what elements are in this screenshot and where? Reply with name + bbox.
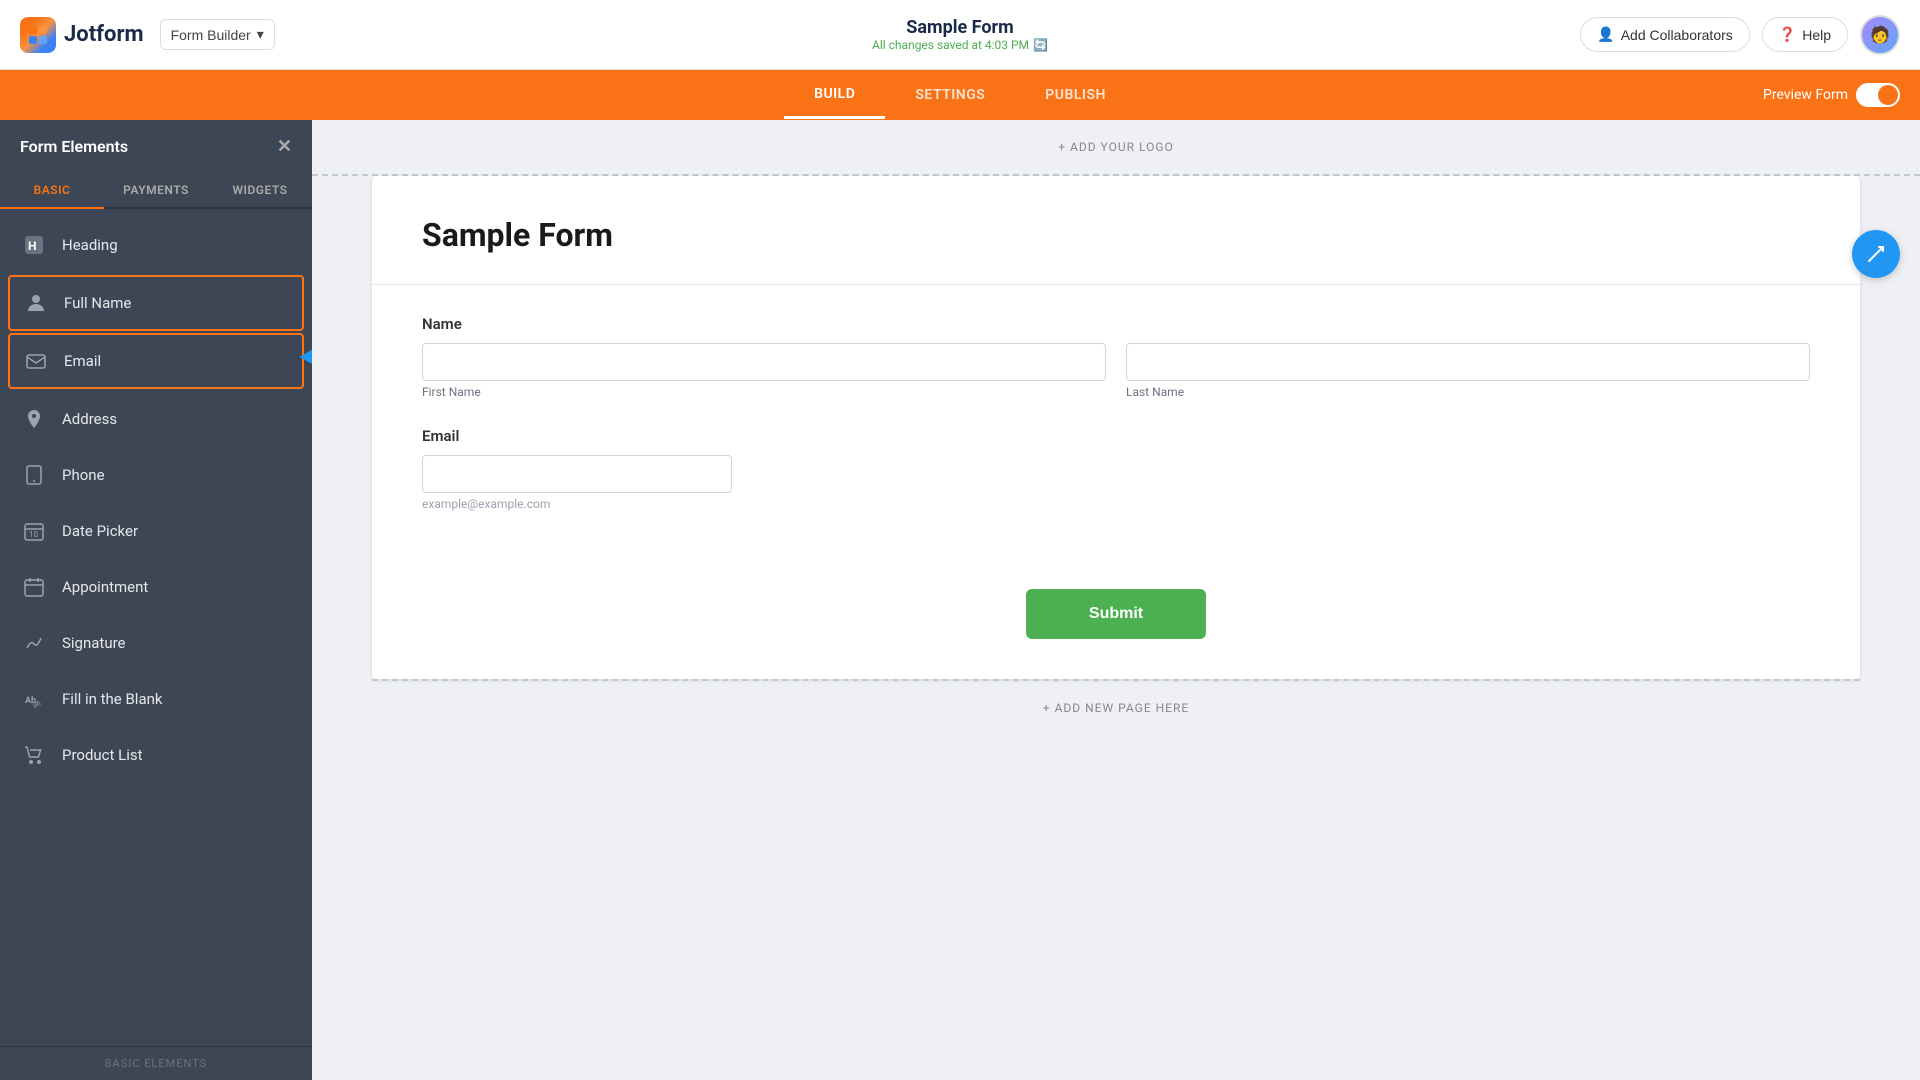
tab-publish[interactable]: PUBLISH <box>1015 73 1136 117</box>
sidebar-title: Form Elements <box>20 137 128 156</box>
appointment-label: Appointment <box>62 578 148 596</box>
top-nav: Jotform Form Builder ▾ Sample Form All c… <box>0 0 1920 70</box>
sidebar: Form Elements ✕ BASIC PAYMENTS WIDGETS H… <box>0 120 312 1080</box>
last-name-field: Last Name <box>1126 343 1810 399</box>
address-icon <box>20 405 48 433</box>
first-name-sublabel: First Name <box>422 385 1106 399</box>
saved-text: All changes saved at 4:03 PM <box>872 38 1029 52</box>
email-field-group: Email example@example.com <box>422 427 1810 511</box>
logo-icon <box>20 17 56 53</box>
productlist-label: Product List <box>62 746 143 764</box>
tab-widgets[interactable]: WIDGETS <box>208 173 312 207</box>
form-title-section: Sample Form <box>372 176 1860 285</box>
tab-bar: BUILD SETTINGS PUBLISH Preview Form <box>0 70 1920 120</box>
toggle-knob <box>1878 85 1898 105</box>
name-field-group: Name First Name Last Name <box>422 315 1810 399</box>
cursor-arrow <box>299 347 312 371</box>
add-logo-bar[interactable]: + ADD YOUR LOGO <box>312 120 1920 176</box>
datepicker-icon: 10 <box>20 517 48 545</box>
address-label: Address <box>62 410 117 428</box>
form-builder-button[interactable]: Form Builder ▾ <box>160 19 275 50</box>
preview-toggle[interactable] <box>1856 83 1900 107</box>
name-fields: First Name Last Name <box>422 343 1810 399</box>
appointment-icon <box>20 573 48 601</box>
sidebar-item-appointment[interactable]: Appointment <box>0 559 312 615</box>
sidebar-tabs: BASIC PAYMENTS WIDGETS <box>0 173 312 209</box>
floating-action-button[interactable] <box>1852 230 1900 278</box>
phone-icon <box>20 461 48 489</box>
nav-center: Sample Form All changes saved at 4:03 PM… <box>872 17 1048 52</box>
email-icon <box>22 347 50 375</box>
sidebar-item-phone[interactable]: Phone <box>0 447 312 503</box>
submit-button[interactable]: Submit <box>1026 589 1206 639</box>
email-hint: example@example.com <box>422 497 1810 511</box>
datepicker-label: Date Picker <box>62 522 138 540</box>
chevron-down-icon: ▾ <box>257 26 264 43</box>
main-layout: Form Elements ✕ BASIC PAYMENTS WIDGETS H… <box>0 120 1920 1080</box>
sidebar-item-heading[interactable]: H Heading <box>0 217 312 273</box>
help-label: Help <box>1802 27 1831 43</box>
heading-icon: H <box>20 231 48 259</box>
sidebar-item-datepicker[interactable]: 10 Date Picker <box>0 503 312 559</box>
close-sidebar-button[interactable]: ✕ <box>277 136 292 157</box>
nav-right: 👤 Add Collaborators ❓ Help 🧑 <box>1580 15 1900 55</box>
email-label: Email <box>64 352 101 370</box>
sidebar-items: H Heading Full Name Email <box>0 209 312 1046</box>
fillblank-icon: Abgh <box>20 685 48 713</box>
first-name-input[interactable] <box>422 343 1106 381</box>
help-icon: ❓ <box>1779 26 1796 43</box>
signature-icon <box>20 629 48 657</box>
fullname-label: Full Name <box>64 294 131 312</box>
sidebar-item-productlist[interactable]: Product List <box>0 727 312 783</box>
heading-label: Heading <box>62 236 118 254</box>
tab-build[interactable]: BUILD <box>784 72 885 119</box>
form-heading: Sample Form <box>422 216 1810 254</box>
sidebar-item-fillblank[interactable]: Abgh Fill in the Blank <box>0 671 312 727</box>
logo: Jotform <box>20 17 144 53</box>
fillblank-label: Fill in the Blank <box>62 690 163 708</box>
signature-label: Signature <box>62 634 126 652</box>
first-name-field: First Name <box>422 343 1106 399</box>
sidebar-footer: BASIC ELEMENTS <box>0 1046 312 1080</box>
sidebar-item-signature[interactable]: Signature <box>0 615 312 671</box>
nav-left: Jotform Form Builder ▾ <box>20 17 275 53</box>
sidebar-header: Form Elements ✕ <box>0 120 312 173</box>
add-page-bar[interactable]: + ADD NEW PAGE HERE <box>372 679 1860 735</box>
tab-payments[interactable]: PAYMENTS <box>104 173 208 207</box>
add-collaborators-button[interactable]: 👤 Add Collaborators <box>1580 17 1750 52</box>
phone-label: Phone <box>62 466 105 484</box>
help-button[interactable]: ❓ Help <box>1762 17 1848 52</box>
email-input[interactable] <box>422 455 732 493</box>
sidebar-item-fullname[interactable]: Full Name <box>8 275 304 331</box>
productlist-icon <box>20 741 48 769</box>
tab-basic[interactable]: BASIC <box>0 173 104 209</box>
svg-text:H: H <box>28 239 36 253</box>
form-title: Sample Form <box>872 17 1048 38</box>
brand-name: Jotform <box>64 22 144 47</box>
svg-text:10: 10 <box>29 530 38 539</box>
user-icon: 👤 <box>1597 26 1614 43</box>
tab-settings[interactable]: SETTINGS <box>885 73 1015 117</box>
name-field-label: Name <box>422 315 1810 333</box>
svg-text:gh: gh <box>33 700 41 708</box>
form-card: Sample Form Name First Name Last Name <box>372 176 1860 679</box>
sidebar-item-email[interactable]: Email <box>8 333 304 389</box>
fullname-icon <box>22 289 50 317</box>
form-fields-section: Name First Name Last Name Emai <box>372 285 1860 579</box>
add-collaborators-label: Add Collaborators <box>1621 27 1733 43</box>
submit-section: Submit <box>372 579 1860 679</box>
add-logo-text: + ADD YOUR LOGO <box>1058 140 1174 154</box>
email-field-label: Email <box>422 427 1810 445</box>
saved-status: All changes saved at 4:03 PM 🔄 <box>872 38 1048 52</box>
last-name-input[interactable] <box>1126 343 1810 381</box>
form-canvas: + ADD YOUR LOGO Sample Form Name First N… <box>312 120 1920 1080</box>
preview-form-label: Preview Form <box>1763 87 1848 103</box>
preview-form-toggle: Preview Form <box>1763 83 1900 107</box>
form-builder-label: Form Builder <box>171 27 251 43</box>
add-page-text: + ADD NEW PAGE HERE <box>1043 701 1189 715</box>
refresh-icon: 🔄 <box>1033 38 1048 52</box>
avatar[interactable]: 🧑 <box>1860 15 1900 55</box>
last-name-sublabel: Last Name <box>1126 385 1810 399</box>
sidebar-item-address[interactable]: Address <box>0 391 312 447</box>
